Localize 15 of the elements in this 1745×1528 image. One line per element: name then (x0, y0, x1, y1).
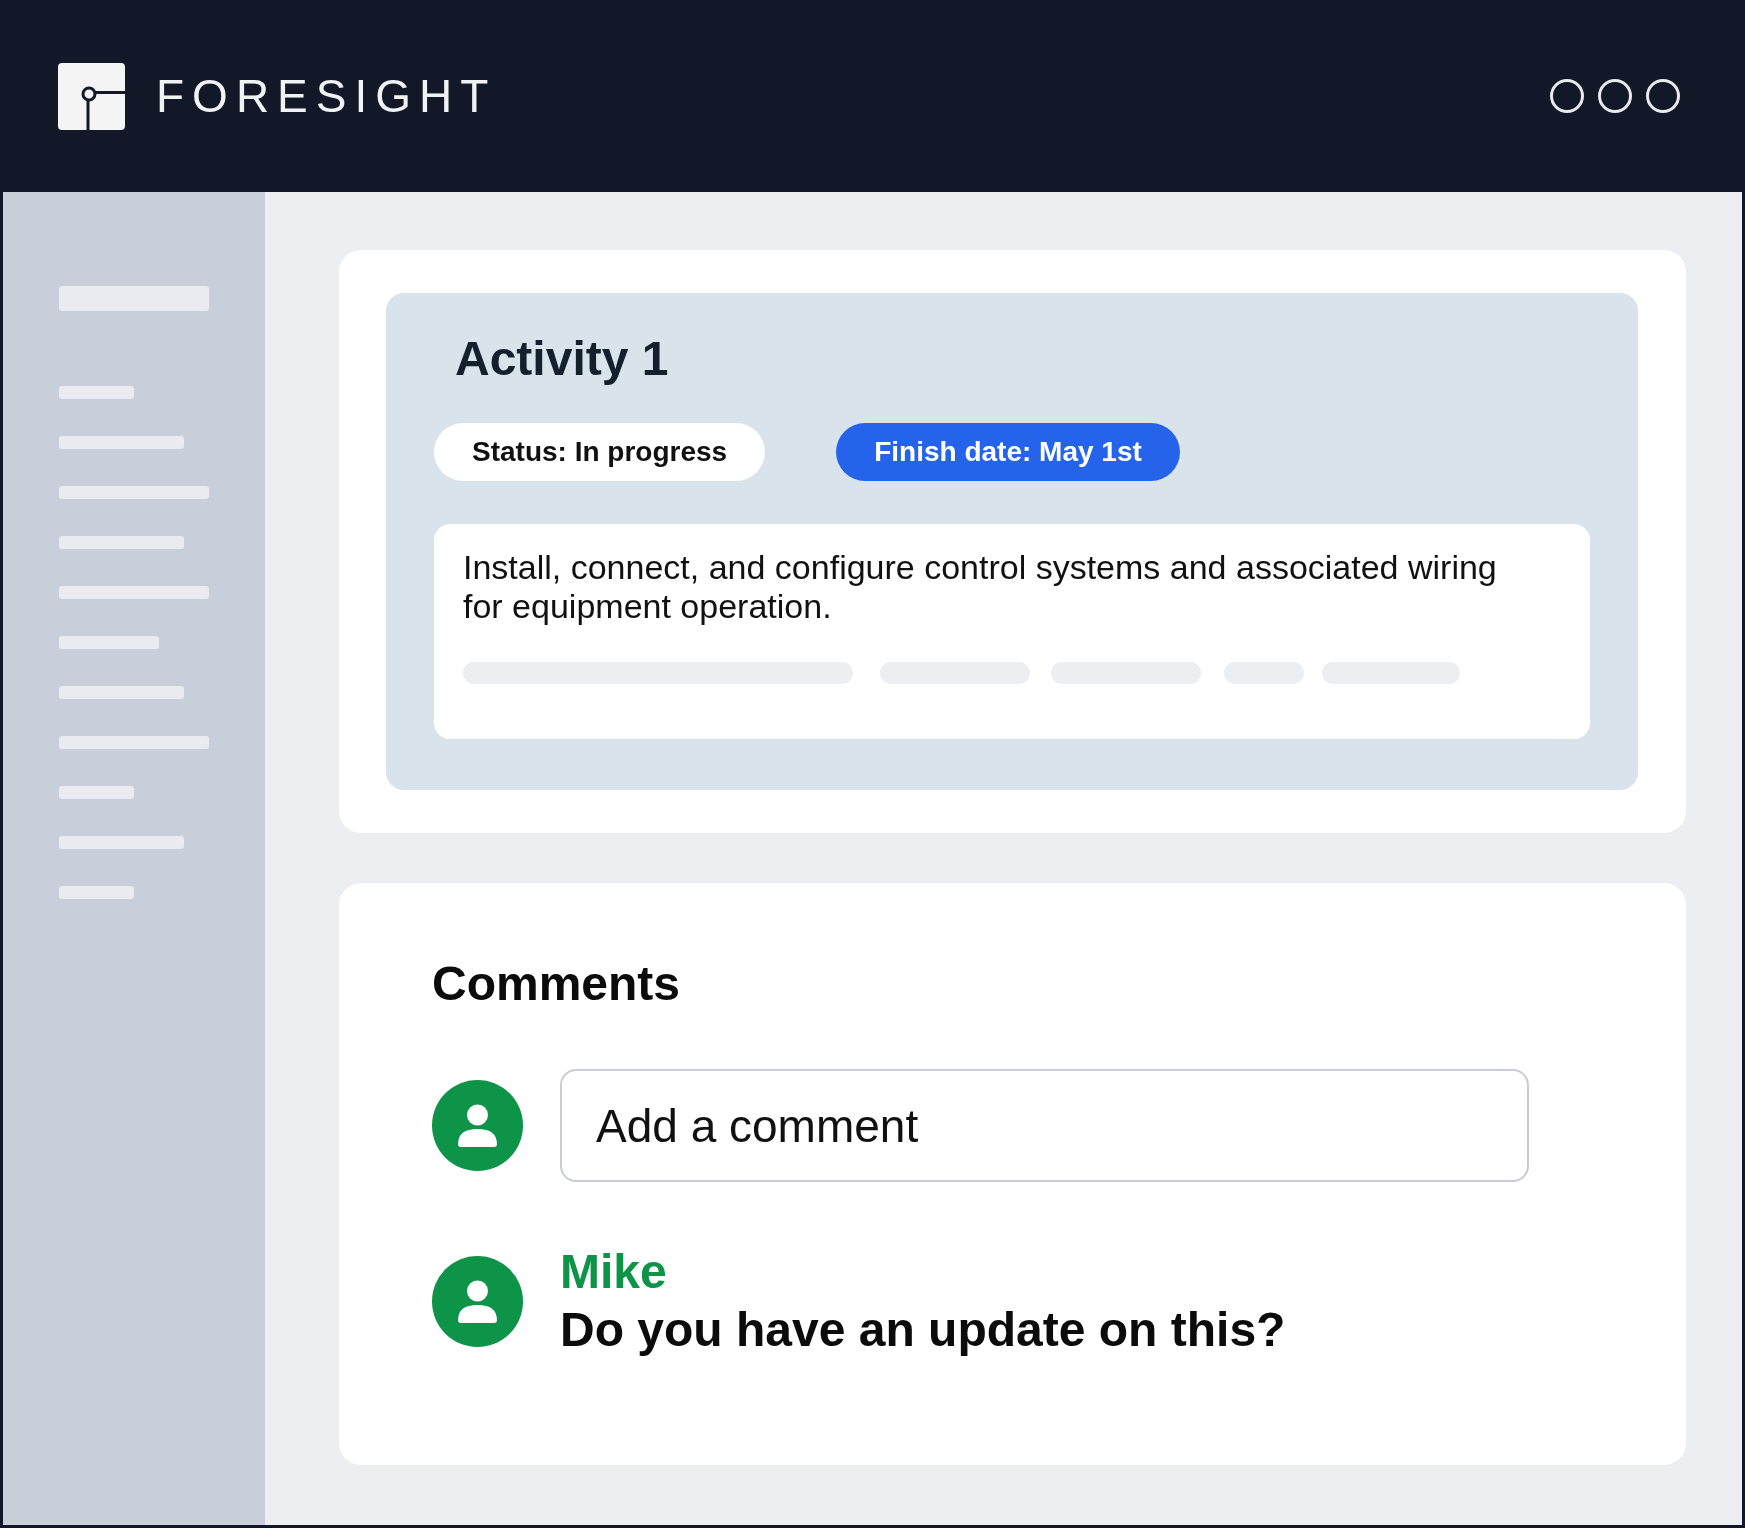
brand-name: FORESIGHT (156, 73, 497, 119)
activity-description: Install, connect, and configure control systems and associated wiring for equipment operation. (463, 548, 1498, 626)
logo-icon (58, 62, 125, 130)
user-avatar-icon (432, 1255, 523, 1347)
comment-input[interactable]: Add a comment (560, 1069, 1529, 1182)
comment-author: Mike (560, 1244, 668, 1300)
comment-text: Do you have an update on this? (560, 1302, 1286, 1358)
status-badge: Status: In progress (434, 423, 766, 481)
finish-date-badge: Finish date: May 1st (836, 423, 1180, 481)
activity-title: Activity 1 (455, 331, 670, 387)
ring-icon[interactable] (1550, 79, 1584, 113)
ring-icon[interactable] (1598, 79, 1632, 113)
ring-icon[interactable] (1646, 79, 1680, 113)
comments-heading: Comments (432, 956, 682, 1012)
user-avatar-icon (432, 1080, 523, 1171)
